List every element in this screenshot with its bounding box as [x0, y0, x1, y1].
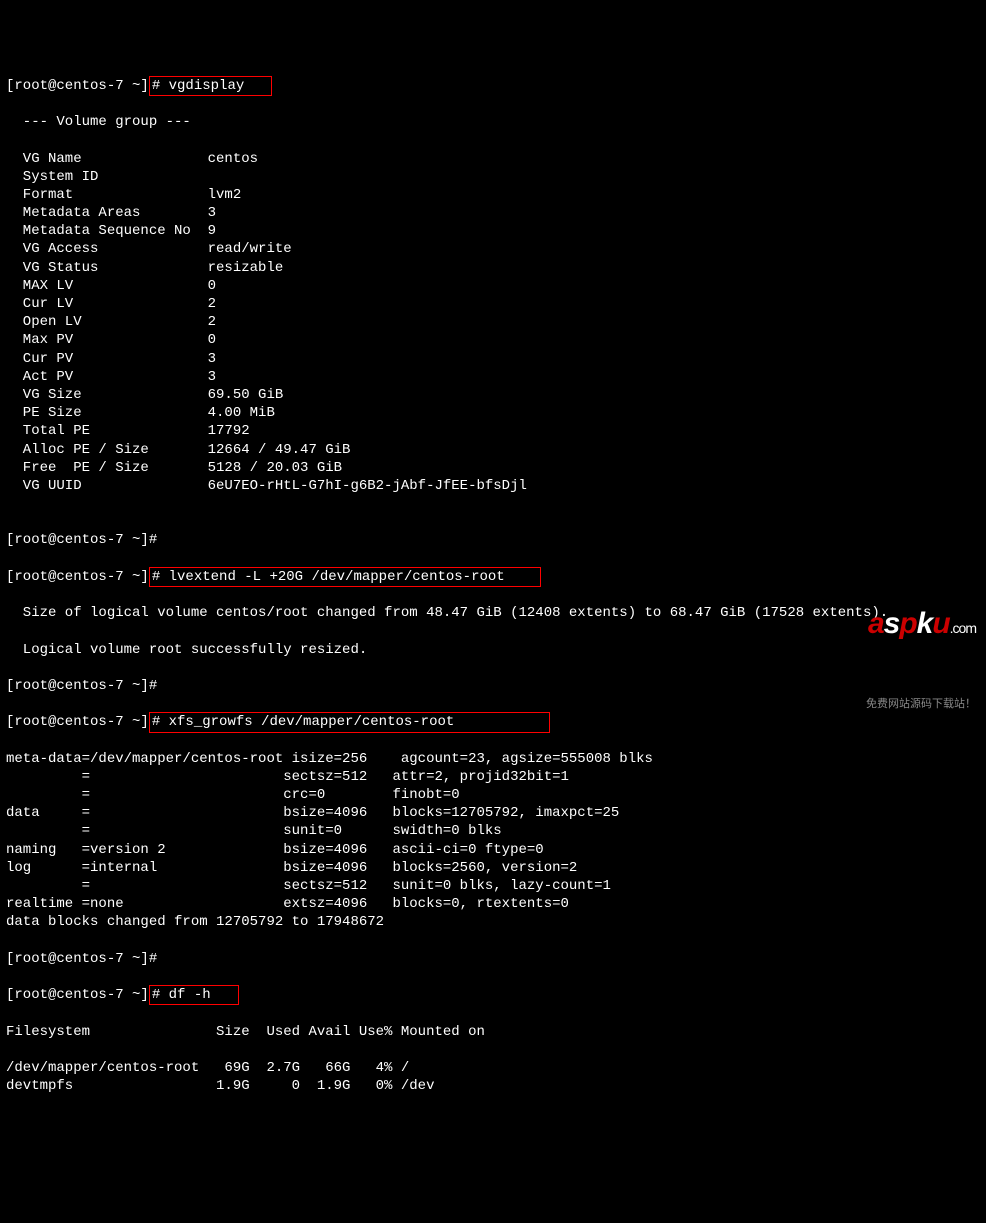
xfs-line: log =internal bsize=4096 blocks=2560, ve… [6, 859, 980, 877]
vg-row: MAX LV 0 [6, 277, 980, 295]
watermark-logo: aspku.com 免费网站源码下载站！ [839, 547, 976, 729]
prompt-line-3: [root@centos-7 ~]# lvextend -L +20G /dev… [6, 568, 980, 586]
vg-row: VG UUID 6eU7EO-rHtL-G7hI-g6B2-jAbf-JfEE-… [6, 477, 980, 495]
vg-row: Metadata Areas 3 [6, 204, 980, 222]
prompt-line-2: [root@centos-7 ~]# [6, 531, 980, 549]
xfs-line: naming =version 2 bsize=4096 ascii-ci=0 … [6, 841, 980, 859]
xfs-line: meta-data=/dev/mapper/centos-root isize=… [6, 750, 980, 768]
df-output: /dev/mapper/centos-root 69G 2.7G 66G 4% … [6, 1059, 980, 1095]
xfs-line: data = bsize=4096 blocks=12705792, imaxp… [6, 804, 980, 822]
vg-row: Total PE 17792 [6, 422, 980, 440]
watermark-subtitle: 免费网站源码下载站！ [839, 697, 976, 711]
xfs-line: = sectsz=512 sunit=0 blks, lazy-count=1 [6, 877, 980, 895]
xfs-output: meta-data=/dev/mapper/centos-root isize=… [6, 750, 980, 932]
vg-row: VG Access read/write [6, 240, 980, 258]
vg-row: VG Size 69.50 GiB [6, 386, 980, 404]
vg-row: PE Size 4.00 MiB [6, 404, 980, 422]
prompt-line-5: [root@centos-7 ~]# xfs_growfs /dev/mappe… [6, 713, 980, 731]
cmd-lvextend: # lvextend -L +20G /dev/mapper/centos-ro… [149, 567, 541, 587]
lvextend-output-1: Size of logical volume centos/root chang… [6, 604, 980, 622]
prompt-line-6: [root@centos-7 ~]# [6, 950, 980, 968]
vg-row: Metadata Sequence No 9 [6, 222, 980, 240]
vg-row: Max PV 0 [6, 331, 980, 349]
vg-row: Alloc PE / Size 12664 / 49.47 GiB [6, 441, 980, 459]
vg-row: VG Status resizable [6, 259, 980, 277]
cmd-df: # df -h [149, 985, 239, 1005]
vg-row: Free PE / Size 5128 / 20.03 GiB [6, 459, 980, 477]
lvextend-output-2: Logical volume root successfully resized… [6, 641, 980, 659]
xfs-line: = crc=0 finobt=0 [6, 786, 980, 804]
prompt-line-1: [root@centos-7 ~]# vgdisplay [6, 77, 980, 95]
vg-row: System ID [6, 168, 980, 186]
df-row: /dev/mapper/centos-root 69G 2.7G 66G 4% … [6, 1059, 980, 1077]
vg-row: Cur PV 3 [6, 350, 980, 368]
vg-table: VG Name centos System ID Format lvm2 Met… [6, 150, 980, 496]
xfs-line: = sunit=0 swidth=0 blks [6, 822, 980, 840]
df-header: Filesystem Size Used Avail Use% Mounted … [6, 1023, 980, 1041]
prompt-line-4: [root@centos-7 ~]# [6, 677, 980, 695]
cmd-vgdisplay: # vgdisplay [149, 76, 273, 96]
vg-row: Act PV 3 [6, 368, 980, 386]
vg-row: VG Name centos [6, 150, 980, 168]
xfs-line: data blocks changed from 12705792 to 179… [6, 913, 980, 931]
df-row: devtmpfs 1.9G 0 1.9G 0% /dev [6, 1077, 980, 1095]
vg-row: Format lvm2 [6, 186, 980, 204]
cmd-xfs-growfs: # xfs_growfs /dev/mapper/centos-root [149, 712, 550, 732]
xfs-line: realtime =none extsz=4096 blocks=0, rtex… [6, 895, 980, 913]
vg-row: Cur LV 2 [6, 295, 980, 313]
vg-row: Open LV 2 [6, 313, 980, 331]
prompt-line-7: [root@centos-7 ~]# df -h [6, 986, 980, 1004]
xfs-line: = sectsz=512 attr=2, projid32bit=1 [6, 768, 980, 786]
vg-header: --- Volume group --- [6, 113, 980, 131]
